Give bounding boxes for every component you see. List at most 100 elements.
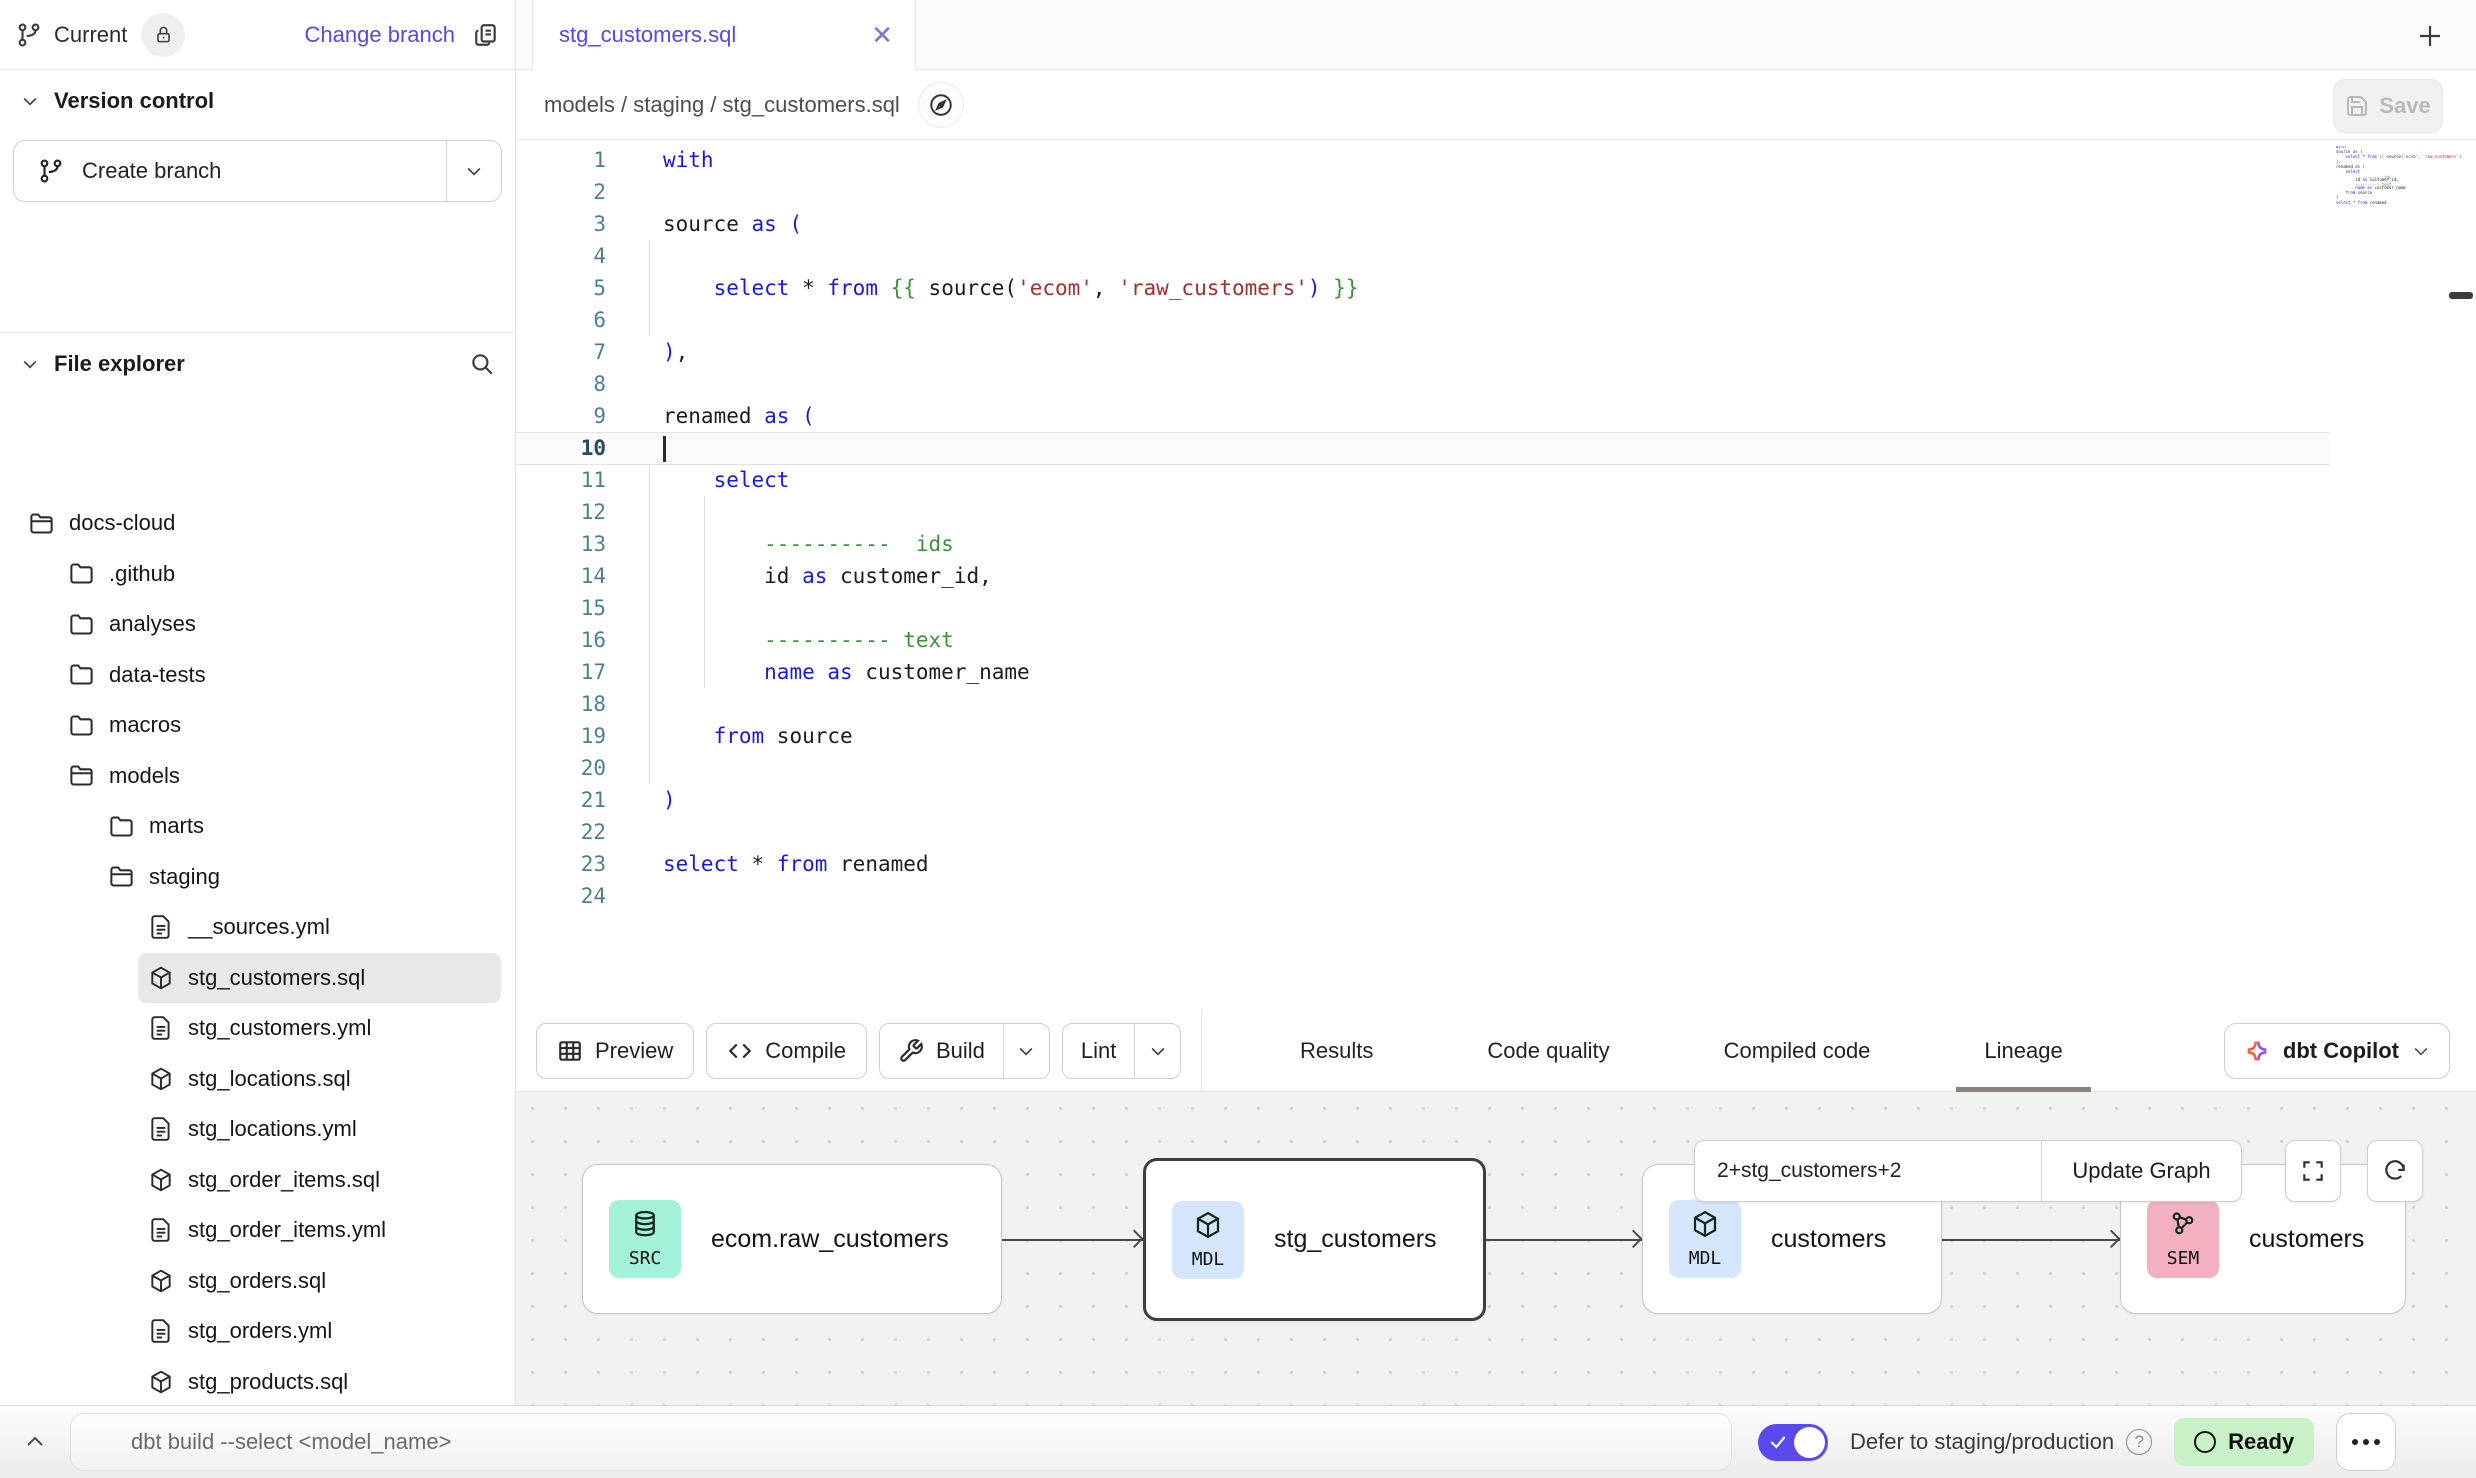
open-lineage-button[interactable] [918,82,964,128]
code-line-19[interactable]: 19 from source [516,720,2476,752]
create-branch-button[interactable]: Create branch [14,141,446,201]
tab-code-quality[interactable]: Code quality [1459,1010,1637,1092]
code-line-8[interactable]: 8 [516,368,2476,400]
refresh-icon [2382,1158,2408,1184]
code-line-13[interactable]: 13 ---------- ids [516,528,2476,560]
code-line-16[interactable]: 16 ---------- text [516,624,2476,656]
tree-item-label: __sources.yml [188,914,330,940]
dbt-copilot-button[interactable]: dbt Copilot [2224,1023,2450,1079]
code-line-20[interactable]: 20 [516,752,2476,784]
chevron-down-icon [2411,1041,2431,1061]
version-control-header[interactable]: Version control [0,70,515,132]
line-number: 12 [516,496,620,528]
refresh-button[interactable] [2367,1140,2423,1202]
command-input[interactable]: dbt build --select <model_name> [70,1413,1732,1471]
tree-item-stg-orders-yml[interactable]: stg_orders.yml [0,1306,515,1357]
code-text: source as ( [663,208,802,240]
defer-toggle[interactable] [1758,1424,1828,1461]
editor-minimap[interactable]: with source as ( select * from {{ source… [2336,146,2462,228]
tree-item-docs-cloud[interactable]: docs-cloud [0,498,515,549]
code-line-15[interactable]: 15 [516,592,2476,624]
code-line-12[interactable]: 12 [516,496,2476,528]
tree-item-stg-customers-sql[interactable]: stg_customers.sql [138,953,501,1004]
help-icon[interactable]: ? [2126,1429,2152,1455]
copy-branch-icon[interactable] [473,22,499,48]
update-graph-button[interactable]: Update Graph [2041,1141,2241,1201]
lineage-selector-input[interactable]: 2+stg_customers+2 [1695,1141,2041,1201]
tree-item--sources-yml[interactable]: __sources.yml [0,902,515,953]
code-line-9[interactable]: 9renamed as ( [516,400,2476,432]
change-branch-link[interactable]: Change branch [305,22,455,48]
code-line-22[interactable]: 22 [516,816,2476,848]
lineage-edge [1486,1239,1642,1241]
save-button[interactable]: Save [2333,79,2443,133]
preview-button[interactable]: Preview [536,1023,694,1079]
code-line-6[interactable]: 6 [516,304,2476,336]
code-line-14[interactable]: 14 id as customer_id, [516,560,2476,592]
defer-label: Defer to staging/production [1850,1429,2114,1455]
lineage-node-ecom-raw-customers[interactable]: SRCecom.raw_customers [582,1164,1002,1314]
tree-item-stg-orders-sql[interactable]: stg_orders.sql [0,1256,515,1307]
code-line-5[interactable]: 5 select * from {{ source('ecom', 'raw_c… [516,272,2476,304]
code-line-18[interactable]: 18 [516,688,2476,720]
lineage-canvas[interactable]: SRCecom.raw_customersMDLstg_customersMDL… [516,1092,2476,1405]
build-dropdown[interactable] [1003,1024,1049,1078]
code-line-10[interactable]: 10 [516,432,2476,464]
code-line-11[interactable]: 11 select [516,464,2476,496]
line-number: 9 [516,400,620,432]
tree-item-macros[interactable]: macros [0,700,515,751]
database-icon [630,1209,660,1244]
lineage-node-stg-customers[interactable]: MDLstg_customers [1143,1158,1486,1321]
lint-dropdown[interactable] [1134,1024,1180,1078]
tree-item-data-tests[interactable]: data-tests [0,650,515,701]
code-line-2[interactable]: 2 [516,176,2476,208]
tree-item-label: stg_order_items.sql [188,1167,380,1193]
code-line-1[interactable]: 1with [516,144,2476,176]
file-explorer-header[interactable]: File explorer [0,333,515,395]
status-badge[interactable]: Ready [2174,1418,2314,1466]
tree-item-stg-products-sql[interactable]: stg_products.sql [0,1357,515,1406]
compile-button[interactable]: Compile [706,1023,867,1079]
tree-item-stg-customers-yml[interactable]: stg_customers.yml [0,1003,515,1054]
fullscreen-button[interactable] [2285,1140,2341,1202]
build-button[interactable]: Build [880,1024,1003,1078]
create-branch-dropdown[interactable] [446,141,501,201]
code-line-21[interactable]: 21) [516,784,2476,816]
editor-scrollbar-thumb[interactable] [2449,292,2473,299]
tree-item-stg-order-items-yml[interactable]: stg_order_items.yml [0,1205,515,1256]
tab-compiled-code[interactable]: Compiled code [1696,1010,1899,1092]
tree-item-label: data-tests [109,662,206,688]
tree-item-marts[interactable]: marts [0,801,515,852]
more-options-button[interactable] [2336,1413,2396,1471]
tree-item--github[interactable]: .github [0,549,515,600]
code-editor[interactable]: 1with23source as (45 select * from {{ so… [516,140,2476,1010]
code-text: ), [663,336,688,368]
search-icon[interactable] [469,351,495,377]
tree-item-stg-order-items-sql[interactable]: stg_order_items.sql [0,1155,515,1206]
expand-command-bar-button[interactable] [0,1430,70,1454]
tree-item-stg-locations-sql[interactable]: stg_locations.sql [0,1054,515,1105]
tab-stg-customers-sql[interactable]: stg_customers.sql ✕ [532,0,916,70]
tab-results[interactable]: Results [1272,1010,1401,1092]
code-line-24[interactable]: 24 [516,880,2476,912]
tree-item-models[interactable]: models [0,751,515,802]
tree-item-staging[interactable]: staging [0,852,515,903]
semantic-icon [2168,1209,2198,1244]
chevron-down-icon [1016,1041,1036,1061]
code-line-3[interactable]: 3source as ( [516,208,2476,240]
tree-item-analyses[interactable]: analyses [0,599,515,650]
file-yml-icon [148,914,174,940]
code-line-4[interactable]: 4 [516,240,2476,272]
chevron-up-icon [23,1430,47,1454]
tab-lineage[interactable]: Lineage [1956,1010,2090,1092]
new-tab-button[interactable] [2410,16,2450,56]
close-icon[interactable]: ✕ [871,22,893,48]
lint-button[interactable]: Lint [1063,1024,1134,1078]
tree-item-label: stg_locations.yml [188,1116,357,1142]
tree-item-stg-locations-yml[interactable]: stg_locations.yml [0,1104,515,1155]
code-line-7[interactable]: 7), [516,336,2476,368]
code-line-23[interactable]: 23select * from renamed [516,848,2476,880]
line-number: 5 [516,272,620,304]
code-line-17[interactable]: 17 name as customer_name [516,656,2476,688]
folder-icon [68,712,95,739]
